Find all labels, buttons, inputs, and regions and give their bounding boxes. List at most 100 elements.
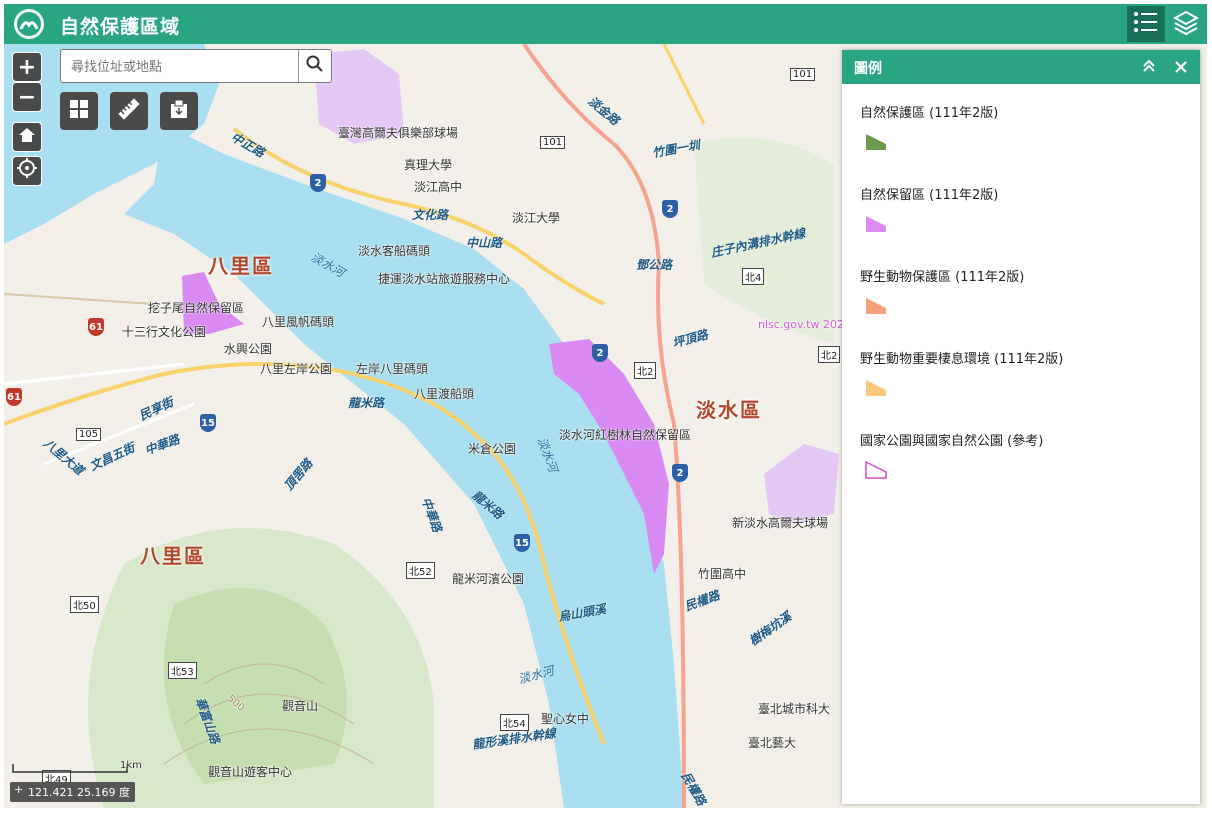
road-label: 龍米路 (348, 396, 385, 410)
app-logo-icon (14, 9, 44, 39)
highway-shield-icon: 61 (88, 318, 104, 336)
scale-bar (12, 764, 128, 773)
highway-shield-icon: 2 (592, 344, 608, 362)
place-label: 淡江高中 (414, 180, 463, 194)
route-number: 101 (790, 68, 816, 81)
road-label: 鄧公路 (636, 258, 673, 272)
road-label: 中山路 (466, 236, 503, 250)
place-label: 八里左岸公園 (260, 362, 333, 376)
place-label: 水興公園 (224, 342, 273, 356)
map-canvas[interactable]: 八里區 淡水區 八里區 臺灣高爾夫俱樂部球場 真理大學 淡江高中 淡江大學 文化… (4, 44, 1207, 808)
place-label: 臺灣高爾夫俱樂部球場 (338, 126, 459, 140)
zoom-out-button[interactable]: − (12, 82, 42, 112)
place-label: 臺北藝大 (748, 736, 797, 750)
search-input[interactable] (69, 56, 293, 78)
legend-swatch (866, 216, 886, 232)
top-bar: 自然保護區域 (4, 4, 1207, 44)
highway-shield-icon: 2 (662, 200, 678, 218)
place-label: 挖子尾自然保留區 (148, 301, 245, 315)
search-icon (306, 55, 324, 77)
route-number: 北54 (500, 714, 529, 731)
locate-button[interactable] (12, 156, 42, 186)
legend-item-label: 自然保留區 (111年2版) (860, 188, 999, 203)
coordinate-readout: + 121.421 25.169 度 (10, 782, 135, 802)
district-label: 淡水區 (696, 398, 762, 422)
legend-item: 自然保留區 (111年2版) (860, 184, 999, 232)
route-number: 北52 (406, 562, 435, 579)
route-number: 101 (540, 136, 566, 149)
print-button[interactable] (160, 92, 198, 130)
chevron-up-double-icon (1142, 58, 1156, 77)
place-label: 淡水河紅樹林自然保留區 (559, 428, 692, 442)
coordinate-value: 121.421 25.169 度 (28, 786, 130, 799)
search-button[interactable] (298, 50, 331, 82)
highway-shield-icon: 2 (672, 464, 688, 482)
legend-item-label: 野生動物重要棲息環境 (111年2版) (860, 352, 1064, 367)
place-label: 捷運淡水站旅遊服務中心 (378, 272, 511, 286)
legend-collapse-button[interactable] (1138, 56, 1160, 78)
locate-icon (17, 158, 37, 184)
legend-item: 自然保護區 (111年2版) (860, 102, 999, 150)
legend-list-icon (1133, 10, 1159, 38)
legend-swatch (866, 380, 886, 396)
app-title: 自然保護區域 (60, 16, 181, 38)
search-box (60, 49, 332, 83)
layers-icon (1172, 9, 1200, 39)
legend-item-label: 自然保護區 (111年2版) (860, 106, 999, 121)
legend-header: 圖例 (842, 50, 1200, 84)
route-number: 北2 (818, 346, 841, 363)
place-label: 真理大學 (404, 158, 453, 172)
legend-title: 圖例 (854, 61, 882, 77)
print-icon (168, 98, 190, 124)
place-label: 龍米河濱公園 (452, 572, 525, 586)
place-label: 觀音山 (282, 699, 319, 713)
place-label: 淡江大學 (512, 211, 561, 225)
legend-panel: 圖例 自然保護區 (111年2版) 自然保留區 (111年2版) 野生動物保護區… (842, 50, 1200, 804)
legend-item: 野生動物重要棲息環境 (111年2版) (860, 348, 1064, 396)
zoom-in-button[interactable]: + (12, 52, 42, 82)
highway-shield-icon: 15 (514, 534, 530, 552)
district-label: 八里區 (208, 254, 274, 278)
place-label: 左岸八里碼頭 (356, 362, 429, 376)
place-label: 新淡水高爾夫球場 (732, 516, 829, 530)
place-label: 八里風帆碼頭 (262, 315, 335, 329)
route-number: 105 (76, 428, 102, 441)
measure-ruler-icon (117, 97, 141, 125)
measure-button[interactable] (110, 92, 148, 130)
highway-shield-icon: 15 (200, 414, 216, 432)
district-label: 八里區 (140, 544, 206, 568)
route-number: 北53 (168, 662, 197, 679)
place-label: 淡水客船碼頭 (358, 244, 431, 258)
legend-item-label: 野生動物保護區 (111年2版) (860, 270, 1025, 285)
legend-swatch (865, 460, 887, 479)
route-number: 北2 (634, 362, 657, 379)
road-label: 文化路 (412, 208, 449, 222)
app-frame: 自然保護區域 八里區 淡水區 八里區 臺灣高爾夫俱樂部球場 真理大學 淡江高中 … (4, 4, 1207, 808)
legend-toggle-button[interactable] (1127, 6, 1165, 42)
route-number: 北50 (70, 596, 99, 613)
home-icon (18, 125, 36, 150)
legend-close-button[interactable] (1170, 56, 1192, 78)
place-label: 竹圍高中 (698, 567, 747, 581)
highway-shield-icon: 2 (310, 174, 326, 192)
route-number: 北4 (742, 268, 765, 285)
legend-item-label: 國家公園與國家自然公園 (參考) (860, 434, 1044, 449)
place-label: 米倉公園 (468, 442, 517, 456)
basemap-grid-icon (68, 98, 90, 124)
crosshair-icon: + (14, 783, 24, 796)
place-label: 臺北城市科大 (758, 702, 831, 716)
highway-shield-icon: 61 (6, 388, 22, 406)
close-icon (1175, 58, 1187, 77)
legend-item: 野生動物保護區 (111年2版) (860, 266, 1025, 314)
place-label: 八里渡船頭 (414, 387, 475, 401)
legend-swatch (866, 134, 886, 150)
legend-swatch (866, 298, 886, 314)
layers-button[interactable] (1167, 6, 1205, 42)
scale-label: 1km (120, 760, 142, 771)
legend-item: 國家公園與國家自然公園 (參考) (860, 430, 1044, 479)
watermark-label: nlsc.gov.tw 2024 (758, 318, 851, 331)
place-label: 觀音山遊客中心 (208, 765, 293, 779)
place-label: 十三行文化公園 (122, 325, 207, 339)
home-button[interactable] (12, 122, 42, 152)
basemap-grid-button[interactable] (60, 92, 98, 130)
